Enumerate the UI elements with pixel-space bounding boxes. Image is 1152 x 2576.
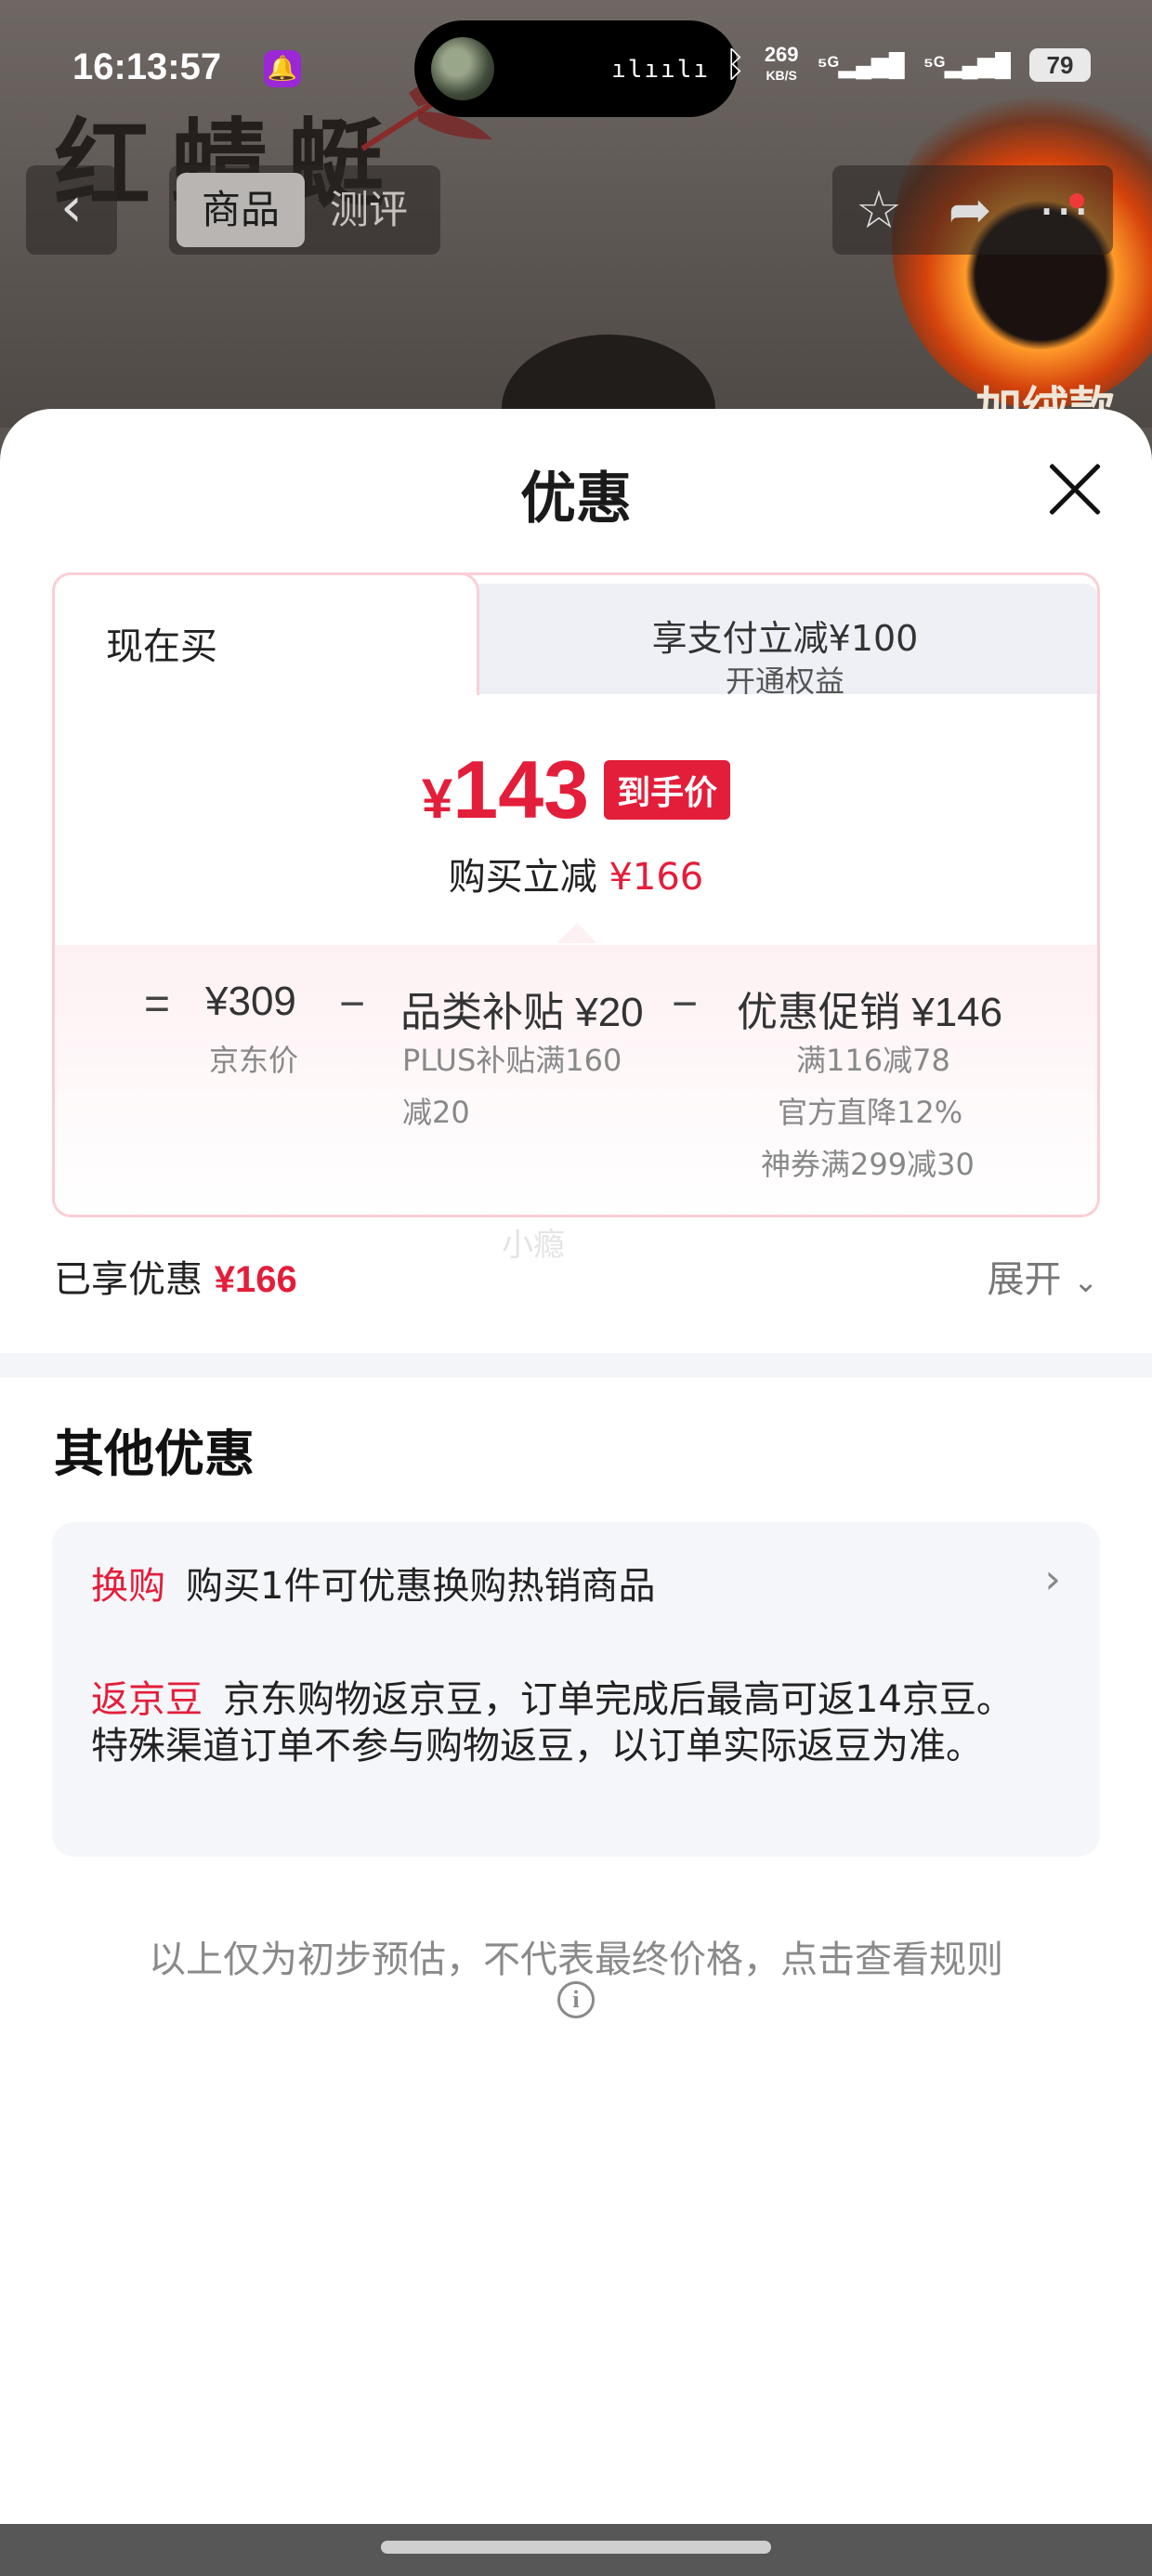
price-summary: ¥143 到手价 购买立减 ¥166 xyxy=(55,694,1097,945)
tab-review[interactable]: 测评 xyxy=(305,173,433,247)
final-price-row: ¥143 到手价 xyxy=(55,743,1097,837)
promo-detail-3: 神券满299减30 xyxy=(761,1147,975,1182)
net-speed-value: 269 xyxy=(764,43,799,66)
category-subsidy: 品类补贴 ¥20 xyxy=(400,990,644,1035)
sheet-title: 优惠 xyxy=(520,467,632,532)
price-breakdown: = ¥309 京东价 − 品类补贴 ¥20 PLUS补贴满160 减20 − 优… xyxy=(55,945,1097,1215)
category-subsidy-detail-2: 减20 xyxy=(402,1095,470,1130)
net-speed: 269 KB/S xyxy=(765,45,799,85)
reduce-amount: ¥166 xyxy=(609,856,704,899)
info-icon[interactable]: i xyxy=(557,1981,595,2018)
jd-price-label: 京东价 xyxy=(209,1043,299,1078)
battery-icon: 79 xyxy=(1029,48,1091,82)
watermark-text: 小瘾 xyxy=(502,1227,565,1264)
signal-icon-2: ⁵ᴳ▂▄▆█ xyxy=(923,52,1011,78)
home-indicator[interactable] xyxy=(381,2541,771,2554)
more-icon[interactable]: ⋯ xyxy=(1038,180,1090,241)
expand-label: 展开 xyxy=(987,1258,1062,1301)
bell-notification-icon: 🔔 xyxy=(264,50,301,87)
promo-discount: 优惠促销 ¥146 xyxy=(737,990,1003,1035)
price-card-body: ¥143 到手价 购买立减 ¥166 = ¥309 京东价 − 品类补贴 ¥20… xyxy=(52,572,1100,1217)
audio-wave-icon: ılıılı xyxy=(611,56,710,84)
price-value: 143 xyxy=(452,743,590,835)
nav-tab-bar: 商品 测评 xyxy=(169,165,440,255)
dynamic-island[interactable]: ılıılı xyxy=(414,20,738,117)
reduce-label: 购买立减 xyxy=(448,856,597,899)
category-subsidy-detail-1: PLUS补贴满160 xyxy=(402,1043,622,1078)
tab-product[interactable]: 商品 xyxy=(177,173,305,247)
other-discounts-box: 换购 购买1件可优惠换购热销商品 › 返京豆 京东购物返京豆，订单完成后最高可返14… xyxy=(52,1522,1100,1857)
net-speed-unit: KB/S xyxy=(766,68,797,83)
equals-sign: = xyxy=(144,979,171,1029)
chevron-down-icon: ⌄ xyxy=(1073,1264,1098,1299)
favorite-star-icon[interactable]: ☆ xyxy=(856,180,902,241)
promo-detail-1: 满116减78 xyxy=(796,1043,950,1078)
chevron-left-icon: ‹ xyxy=(60,175,83,240)
section-divider xyxy=(0,1353,1152,1377)
tab-buy-now-label: 现在买 xyxy=(106,625,217,668)
final-price: ¥143 xyxy=(422,743,589,837)
exchange-tag: 换购 xyxy=(91,1565,165,1608)
nav-actions: ☆ ➦ ⋯ xyxy=(832,165,1113,255)
bean-row: 返京豆 京东购物返京豆，订单完成后最高可返14京豆。特殊渠道订单不参与购物返豆，以… xyxy=(91,1676,1039,1769)
share-icon[interactable]: ➦ xyxy=(949,180,992,241)
chevron-right-icon[interactable]: › xyxy=(1044,1556,1061,1603)
signal-label-2: ⁵ᴳ xyxy=(923,52,946,78)
exchange-row[interactable]: 换购 购买1件可优惠换购热销商品 xyxy=(91,1556,655,1610)
enjoyed-label: 已享优惠 xyxy=(54,1258,203,1301)
expand-button[interactable]: 展开 ⌄ xyxy=(987,1249,1098,1303)
disclaimer-text[interactable]: 以上仅为初步预估，不代表最终价格，点击查看规则 xyxy=(0,1929,1152,1983)
signal-label-1: ⁵ᴳ xyxy=(817,52,839,78)
enjoyed-discount: 已享优惠 ¥166 xyxy=(54,1249,297,1303)
reduce-line: 购买立减 ¥166 xyxy=(55,847,1097,900)
bean-text: 京东购物返京豆，订单完成后最高可返14京豆。特殊渠道订单不参与购物返豆，以订单实… xyxy=(91,1678,1014,1768)
minus-sign-2: − xyxy=(672,979,699,1029)
close-icon[interactable] xyxy=(1046,461,1104,519)
system-icons: ᛒ 269 KB/S ⁵ᴳ▂▄▆█ ⁵ᴳ▂▄▆█ 79 xyxy=(725,45,1091,85)
minus-sign-1: − xyxy=(339,979,366,1029)
promo-detail-2: 官方直降12% xyxy=(778,1095,963,1130)
enjoyed-amount: ¥166 xyxy=(214,1259,297,1300)
signal-icon-1: ⁵ᴳ▂▄▆█ xyxy=(817,52,905,78)
price-currency: ¥ xyxy=(421,768,453,830)
bean-tag: 返京豆 xyxy=(91,1678,203,1721)
notification-dot xyxy=(1069,192,1085,208)
pointer-arrow xyxy=(556,923,597,943)
other-discounts-title: 其他优惠 xyxy=(54,1425,255,1483)
back-button[interactable]: ‹ xyxy=(26,165,117,255)
bluetooth-icon: ᛒ xyxy=(725,45,746,85)
tab-buy-now[interactable]: 现在买 xyxy=(52,572,479,695)
status-time: 16:13:57 xyxy=(72,46,222,87)
music-cover-avatar xyxy=(431,37,494,100)
discount-sheet: 优惠 享支付立减¥100 开通权益 ¥143 到手价 购买立减 ¥166 = ¥… xyxy=(0,409,1152,2576)
exchange-text: 购买1件可优惠换购热销商品 xyxy=(186,1565,656,1608)
price-card: 享支付立减¥100 开通权益 ¥143 到手价 购买立减 ¥166 = ¥309… xyxy=(52,572,1100,1217)
jd-price: ¥309 xyxy=(205,979,296,1024)
status-bar: 16:13:57 🔔 ılıılı ᛒ 269 KB/S ⁵ᴳ▂▄▆█ ⁵ᴳ▂▄… xyxy=(0,0,1152,130)
price-badge: 到手价 xyxy=(604,760,731,820)
